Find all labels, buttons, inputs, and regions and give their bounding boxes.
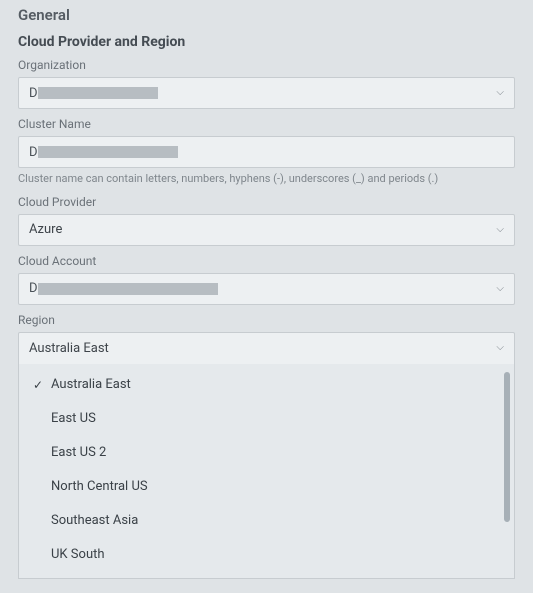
region-option[interactable]: UK South bbox=[19, 538, 514, 572]
cluster-name-input[interactable]: D bbox=[18, 136, 515, 168]
page-title: General bbox=[18, 6, 515, 24]
chevron-down-icon: ⌵ bbox=[496, 284, 504, 294]
organization-value-redacted bbox=[38, 87, 158, 99]
organization-value-prefix: D bbox=[29, 86, 38, 101]
region-option[interactable]: Southeast Asia bbox=[19, 504, 514, 538]
region-option-label: North Central US bbox=[51, 479, 148, 494]
cloud-account-value-redacted bbox=[38, 283, 218, 295]
region-value: Australia East bbox=[29, 341, 109, 356]
region-dropdown: ✓ Australia East East US East US 2 North Cen… bbox=[18, 364, 515, 579]
region-option-label: East US bbox=[51, 411, 96, 426]
cloud-provider-select[interactable]: Azure ⌵ bbox=[18, 214, 515, 246]
region-option[interactable]: East US bbox=[19, 402, 514, 436]
region-option[interactable]: East US 2 bbox=[19, 436, 514, 470]
organization-select[interactable]: D ⌵ bbox=[18, 77, 515, 109]
cloud-account-label: Cloud Account bbox=[18, 254, 515, 268]
region-label: Region bbox=[18, 313, 515, 327]
chevron-down-icon: ⌵ bbox=[496, 88, 504, 98]
cloud-account-value-prefix: D bbox=[29, 281, 38, 296]
cloud-provider-value: Azure bbox=[29, 222, 62, 237]
scrollbar[interactable] bbox=[504, 372, 510, 522]
cluster-name-value-redacted bbox=[38, 146, 178, 158]
region-option-label: Southeast Asia bbox=[51, 513, 138, 528]
cloud-account-select[interactable]: D ⌵ bbox=[18, 273, 515, 305]
cluster-name-helper: Cluster name can contain letters, number… bbox=[18, 172, 515, 187]
section-title: Cloud Provider and Region bbox=[18, 34, 515, 50]
cluster-name-label: Cluster Name bbox=[18, 117, 515, 131]
cloud-provider-label: Cloud Provider bbox=[18, 195, 515, 209]
region-option[interactable]: ✓ Australia East bbox=[19, 368, 514, 402]
chevron-down-icon: ⌵ bbox=[496, 225, 504, 235]
check-icon: ✓ bbox=[29, 378, 47, 392]
organization-label: Organization bbox=[18, 58, 515, 72]
chevron-down-icon: ⌵ bbox=[496, 343, 504, 353]
region-option[interactable]: North Central US bbox=[19, 470, 514, 504]
region-select[interactable]: Australia East ⌵ bbox=[18, 332, 515, 364]
region-option-label: UK South bbox=[51, 547, 105, 562]
cluster-name-value-prefix: D bbox=[29, 145, 38, 160]
region-option-label: Australia East bbox=[51, 377, 131, 392]
region-option-label: East US 2 bbox=[51, 445, 106, 460]
